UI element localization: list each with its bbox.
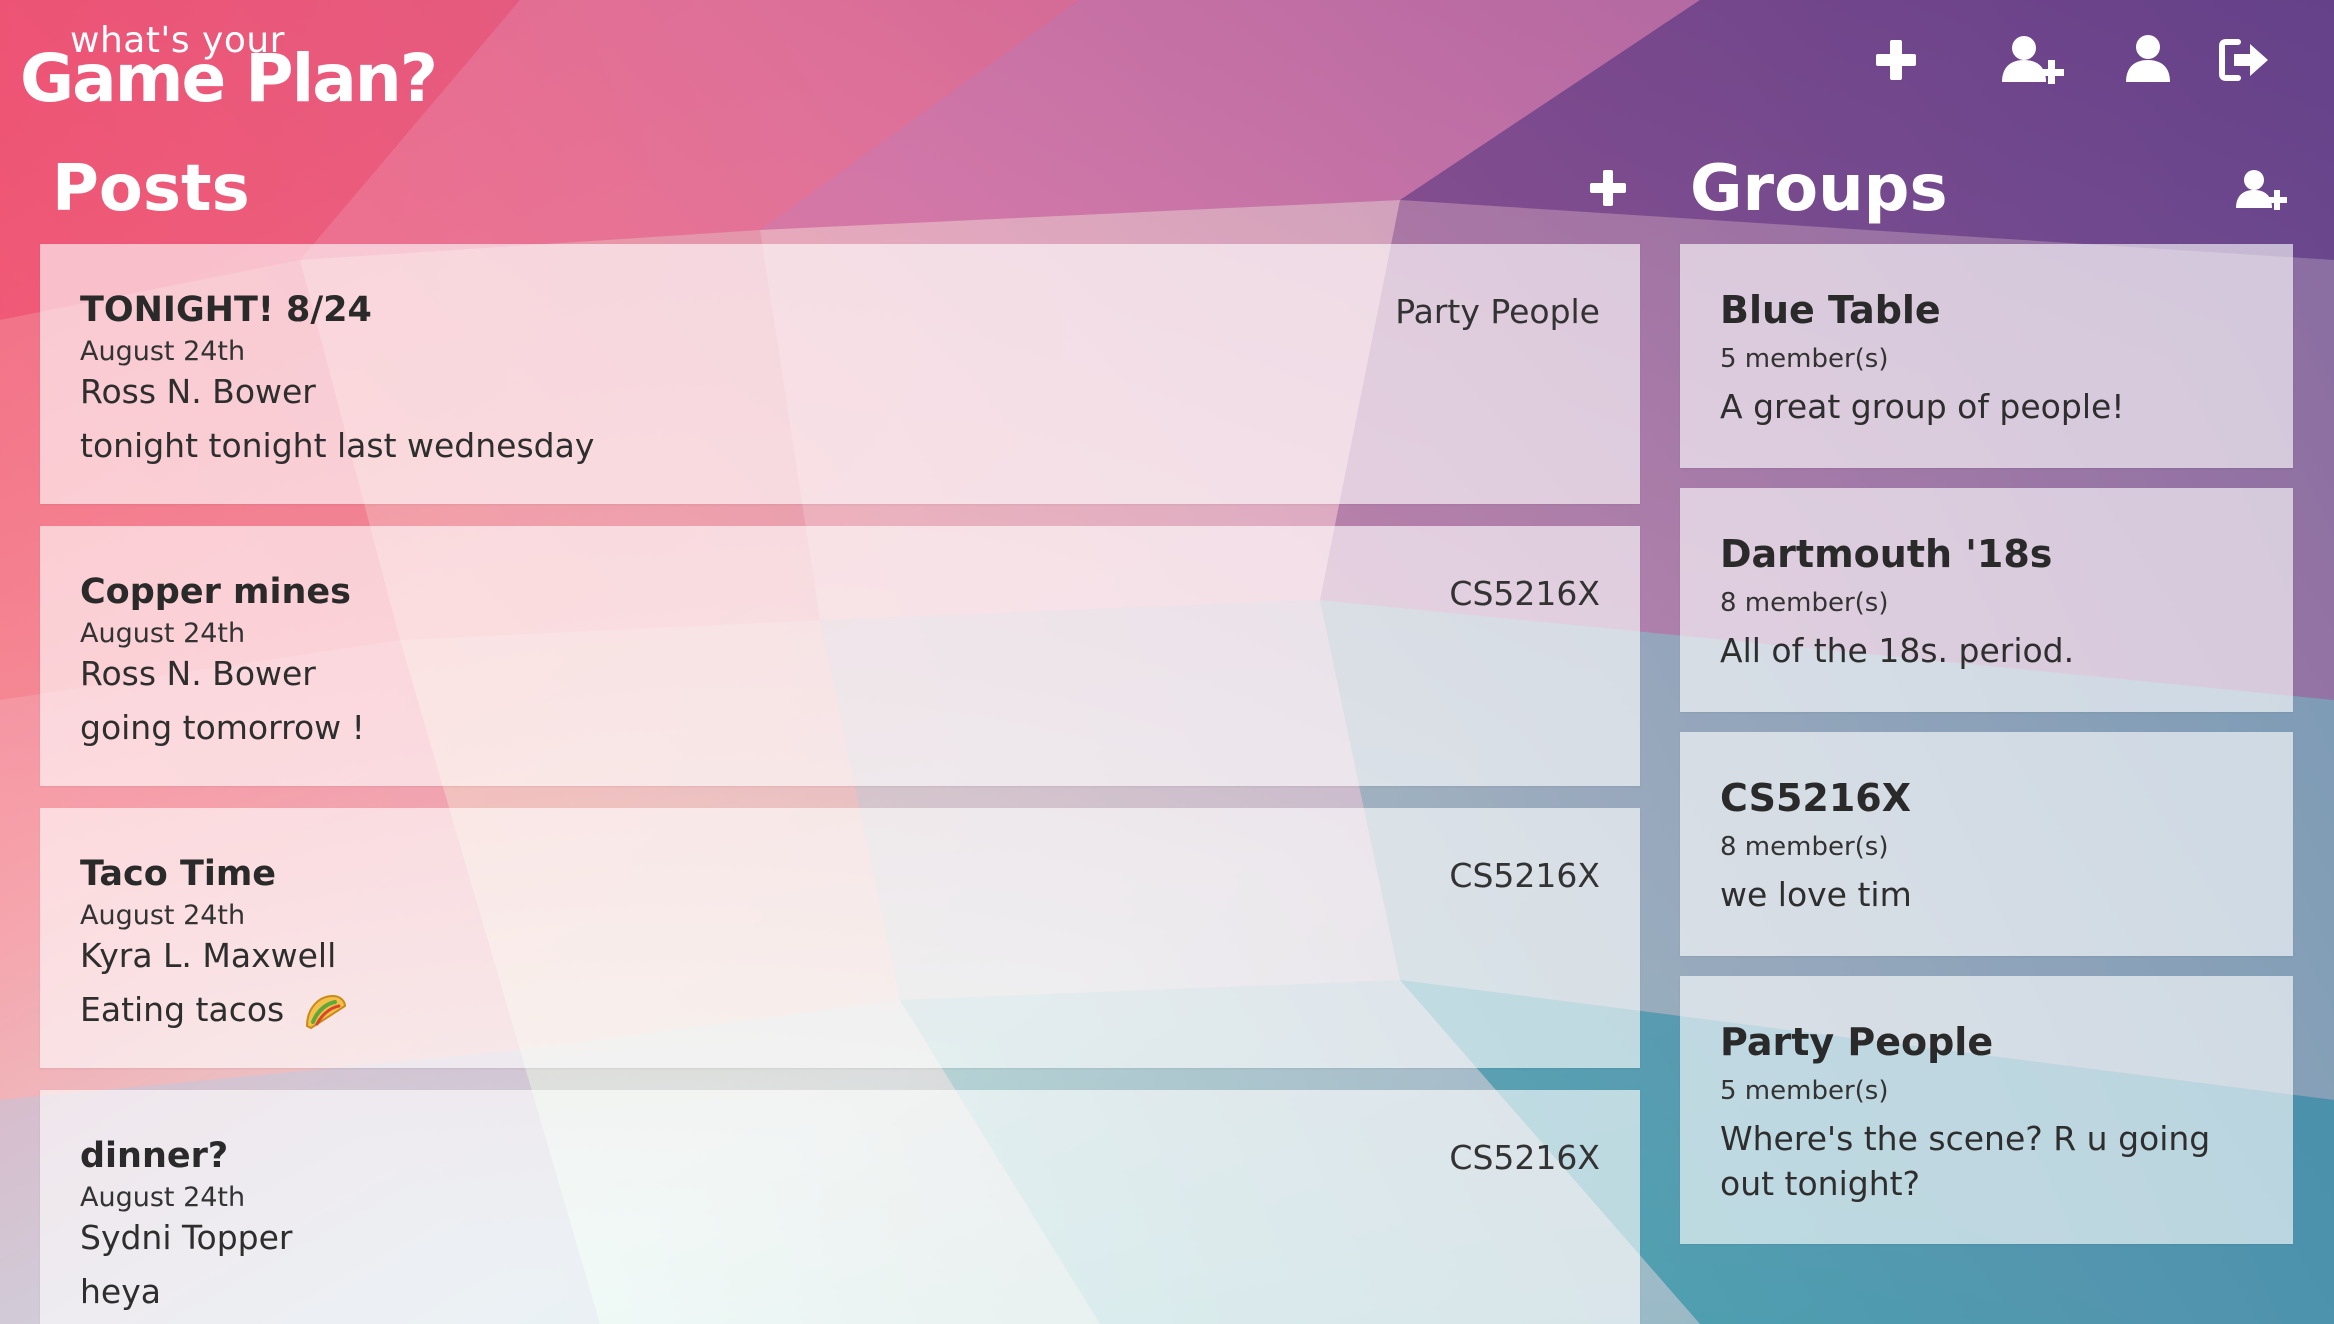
plus-icon bbox=[1590, 170, 1626, 206]
group-member-count: 8 member(s) bbox=[1720, 588, 1889, 618]
sign-out-icon bbox=[2219, 39, 2268, 81]
new-post-nav-button[interactable] bbox=[1866, 30, 1926, 90]
profile-nav-button[interactable] bbox=[2118, 30, 2178, 90]
app-logo[interactable]: what's your Game Plan? bbox=[20, 18, 460, 117]
post-body-row: Eating tacos bbox=[80, 990, 347, 1032]
post-card[interactable]: Taco Time August 24th Kyra L. Maxwell Ea… bbox=[40, 808, 1640, 1068]
post-author: Ross N. Bower bbox=[80, 372, 316, 411]
post-body: heya bbox=[80, 1272, 161, 1311]
post-title[interactable]: dinner? bbox=[80, 1136, 228, 1176]
group-name[interactable]: CS5216X bbox=[1720, 776, 1911, 820]
sign-out-nav-button[interactable] bbox=[2214, 30, 2274, 90]
posts-heading: Posts bbox=[52, 152, 250, 226]
group-card[interactable]: Dartmouth '18s 8 member(s) All of the 18… bbox=[1680, 488, 2293, 712]
group-description: Where's the scene? R u going out tonight… bbox=[1720, 1119, 2211, 1203]
post-group-link[interactable]: CS5216X bbox=[1449, 856, 1600, 895]
post-date: August 24th bbox=[80, 900, 246, 931]
group-card[interactable]: CS5216X 8 member(s) we love tim bbox=[1680, 732, 2293, 956]
post-body: tonight tonight last wednesday bbox=[80, 426, 595, 465]
post-date: August 24th bbox=[80, 336, 246, 367]
post-group-link[interactable]: CS5216X bbox=[1449, 574, 1600, 613]
post-title[interactable]: TONIGHT! 8/24 bbox=[80, 290, 372, 330]
post-card[interactable]: dinner? August 24th Sydni Topper heya CS… bbox=[40, 1090, 1640, 1324]
post-card[interactable]: TONIGHT! 8/24 August 24th Ross N. Bower … bbox=[40, 244, 1640, 504]
add-user-icon bbox=[2236, 170, 2287, 210]
post-title[interactable]: Copper mines bbox=[80, 572, 351, 612]
group-name[interactable]: Party People bbox=[1720, 1020, 1993, 1064]
group-description: A great group of people! bbox=[1720, 387, 2125, 426]
group-name[interactable]: Dartmouth '18s bbox=[1720, 532, 2052, 576]
post-author: Kyra L. Maxwell bbox=[80, 936, 337, 975]
add-group-button[interactable] bbox=[2234, 166, 2290, 214]
group-member-count: 5 member(s) bbox=[1720, 1076, 1889, 1106]
post-group-link[interactable]: CS5216X bbox=[1449, 1138, 1600, 1177]
group-name[interactable]: Blue Table bbox=[1720, 288, 1941, 332]
post-date: August 24th bbox=[80, 1182, 246, 1213]
post-title[interactable]: Taco Time bbox=[80, 854, 276, 894]
post-body: going tomorrow ! bbox=[80, 708, 365, 747]
group-card[interactable]: Party People 5 member(s) Where's the sce… bbox=[1680, 976, 2293, 1244]
group-member-count: 5 member(s) bbox=[1720, 344, 1889, 374]
group-description: All of the 18s. period. bbox=[1720, 631, 2075, 670]
groups-heading: Groups bbox=[1690, 152, 1948, 226]
post-author: Sydni Topper bbox=[80, 1218, 293, 1257]
post-group-link[interactable]: Party People bbox=[1395, 292, 1600, 331]
group-description: we love tim bbox=[1720, 875, 1912, 914]
post-author: Ross N. Bower bbox=[80, 654, 316, 693]
post-body: Eating tacos bbox=[80, 990, 285, 1029]
group-member-count: 8 member(s) bbox=[1720, 832, 1889, 862]
post-date: August 24th bbox=[80, 618, 246, 649]
logo-title: Game Plan? bbox=[20, 40, 438, 117]
group-card[interactable]: Blue Table 5 member(s) A great group of … bbox=[1680, 244, 2293, 468]
plus-icon bbox=[1876, 40, 1916, 80]
add-group-nav-button[interactable] bbox=[1998, 30, 2068, 90]
add-user-icon bbox=[2002, 36, 2064, 84]
add-post-button[interactable] bbox=[1584, 164, 1632, 212]
user-icon bbox=[2126, 35, 2170, 82]
taco-emoji-icon bbox=[305, 994, 346, 1029]
post-card[interactable]: Copper mines August 24th Ross N. Bower g… bbox=[40, 526, 1640, 786]
